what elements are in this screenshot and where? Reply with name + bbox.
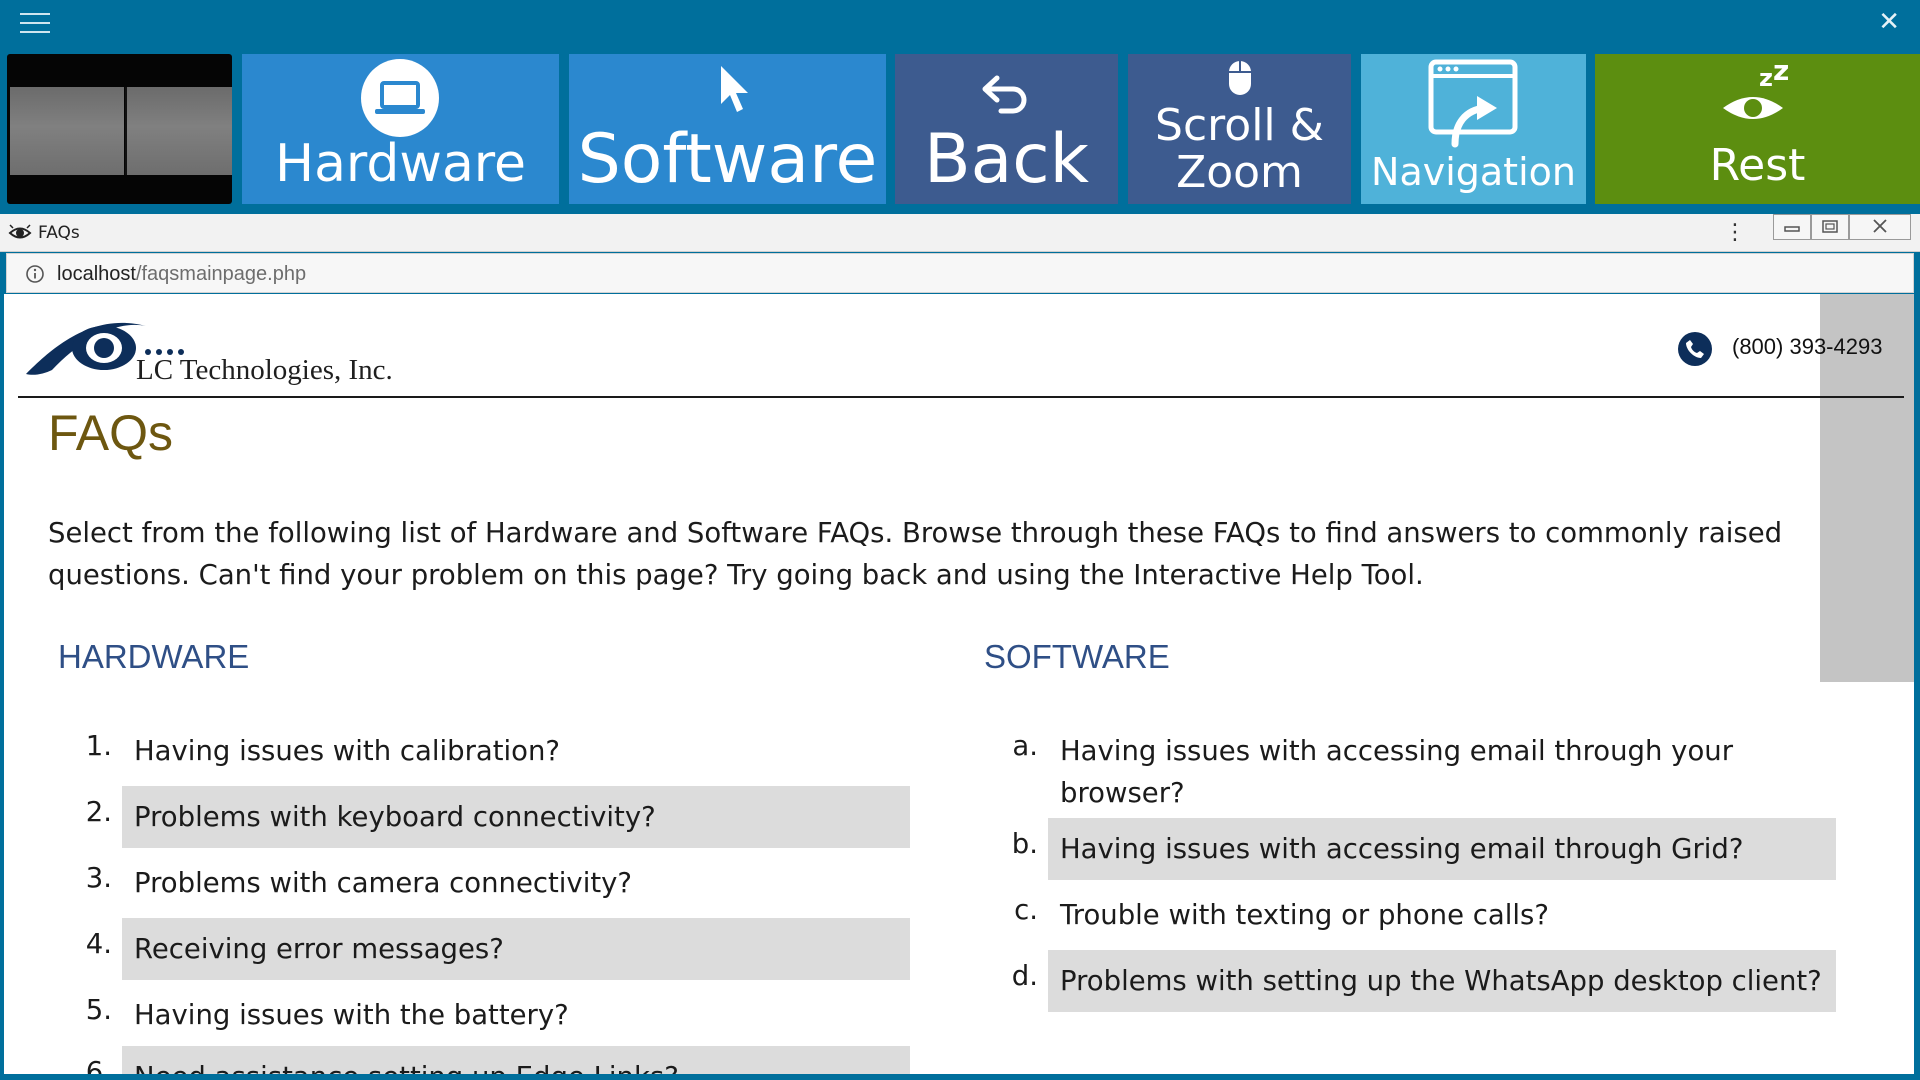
faq-question: Having issues with accessing email throu… [1048, 818, 1836, 880]
header-divider [18, 396, 1904, 398]
close-icon[interactable]: ✕ [1878, 9, 1900, 35]
close-window-icon [1873, 219, 1887, 233]
grid-toolbar: Hardware Software Back Scroll & Zoom Nav… [0, 50, 1920, 206]
minimize-button[interactable] [1773, 214, 1811, 240]
faq-question: Having issues with accessing email throu… [1060, 735, 1734, 809]
faq-marker: 3. [85, 862, 112, 894]
window-title-bar: FAQs ⋮ [0, 214, 1920, 252]
cursor-pointer-icon [721, 66, 748, 112]
faq-marker: 5. [85, 994, 112, 1026]
faq-question: Trouble with texting or phone calls? [1060, 899, 1549, 931]
faq-marker: 1. [85, 730, 112, 762]
address-bar[interactable]: localhost/faqsmainpage.php [6, 253, 1914, 293]
faq-question: Problems with camera connectivity? [134, 867, 632, 899]
software-label: Software [577, 120, 878, 199]
hamburger-menu-icon[interactable] [20, 13, 50, 33]
navigation-label: Navigation [1371, 150, 1576, 194]
sleep-eye-icon: z z [1723, 62, 1789, 119]
faq-marker: b. [1011, 828, 1038, 860]
faq-marker: a. [1012, 730, 1038, 762]
company-name: LC Technologies, Inc. [136, 354, 393, 386]
maximize-icon [1822, 220, 1838, 233]
scroll-zoom-label-line2: Zoom [1176, 147, 1303, 198]
mouse-icon [1229, 61, 1251, 95]
faq-page: LC Technologies, Inc. (800) 393-4293 FAQ… [4, 294, 1914, 1074]
faq-marker: 4. [85, 928, 112, 960]
url-path: /faqsmainpage.php [135, 263, 307, 285]
scroll-zoom-label-line1: Scroll & [1155, 100, 1324, 151]
faq-question: Problems with setting up the WhatsApp de… [1048, 950, 1836, 1012]
faq-marker: d. [1011, 960, 1038, 992]
faq-question: Problems with keyboard connectivity? [122, 786, 910, 848]
more-options-icon[interactable]: ⋮ [1724, 222, 1746, 244]
page-title: FAQs [48, 405, 174, 461]
faq-marker: c. [1014, 894, 1038, 926]
preview-pane-left [10, 87, 124, 175]
navigation-window-icon [1428, 59, 1518, 148]
faq-question: Having issues with calibration? [134, 735, 561, 767]
url-text: localhost/faqsmainpage.php [57, 263, 306, 286]
software-button[interactable]: Software [569, 54, 886, 204]
faq-marker: 6. [85, 1056, 112, 1074]
phone-handset-icon [1686, 340, 1704, 358]
svg-text:z: z [1773, 62, 1789, 87]
minimize-icon [1784, 226, 1800, 232]
close-window-button[interactable] [1849, 214, 1911, 240]
back-label: Back [923, 120, 1090, 199]
hardware-heading: HARDWARE [58, 638, 250, 675]
faq-question: Need assistance setting up Edge Links? [122, 1046, 910, 1074]
phone-number[interactable]: (800) 393-4293 [1732, 334, 1882, 360]
eye-icon [8, 224, 32, 239]
url-host: localhost [57, 263, 136, 285]
rest-button[interactable]: z z Rest [1595, 54, 1920, 204]
faq-question: Receiving error messages? [122, 918, 910, 980]
intro-text: Select from the following list of Hardwa… [48, 517, 1783, 591]
laptop-icon [361, 59, 439, 137]
window-title: FAQs [38, 223, 80, 243]
faq-marker: 2. [85, 796, 112, 828]
hardware-label: Hardware [274, 134, 527, 194]
svg-text:z: z [1759, 64, 1773, 92]
hardware-button[interactable]: Hardware [242, 54, 559, 204]
scroll-zoom-button[interactable]: Scroll & Zoom [1128, 54, 1351, 204]
preview-pane-right [127, 87, 232, 175]
maximize-button[interactable] [1811, 214, 1849, 240]
faq-question: Having issues with the battery? [134, 999, 569, 1031]
rest-label: Rest [1709, 140, 1806, 191]
top-strip: ✕ [0, 0, 1920, 50]
back-arrow-icon [982, 75, 1027, 114]
back-button[interactable]: Back [895, 54, 1118, 204]
software-heading: SOFTWARE [984, 638, 1170, 675]
phone-icon[interactable] [1678, 332, 1712, 366]
navigation-button[interactable]: Navigation [1361, 54, 1586, 204]
info-icon [26, 265, 44, 283]
screen-preview-thumbnail[interactable] [7, 54, 232, 204]
